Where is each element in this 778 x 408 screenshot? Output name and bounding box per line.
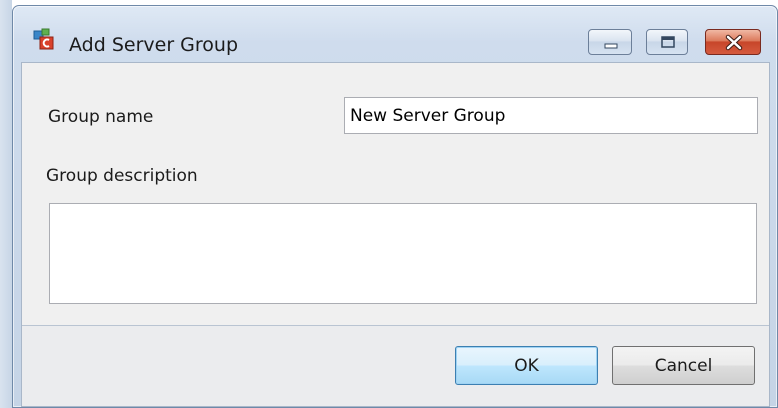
group-name-label: Group name [48,107,154,127]
close-icon [725,34,743,51]
dialog-body: Group name Group description OK Cancel [21,62,770,407]
add-server-group-dialog: Add Server Group Group name Group descri… [12,5,778,408]
desktop-background [0,0,12,408]
group-name-input[interactable] [344,97,758,134]
minimize-button[interactable] [588,29,632,55]
maximize-button[interactable] [646,29,688,55]
footer-separator [22,325,769,326]
minimize-icon [604,43,618,49]
maximize-icon [661,36,675,48]
title-bar[interactable]: Add Server Group [13,6,777,56]
window-title: Add Server Group [69,34,239,56]
close-button[interactable] [705,29,761,55]
group-description-textarea[interactable] [49,203,757,304]
cancel-button[interactable]: Cancel [612,346,755,385]
ok-button[interactable]: OK [455,346,598,385]
group-description-label: Group description [46,166,198,186]
server-group-icon [33,28,55,50]
